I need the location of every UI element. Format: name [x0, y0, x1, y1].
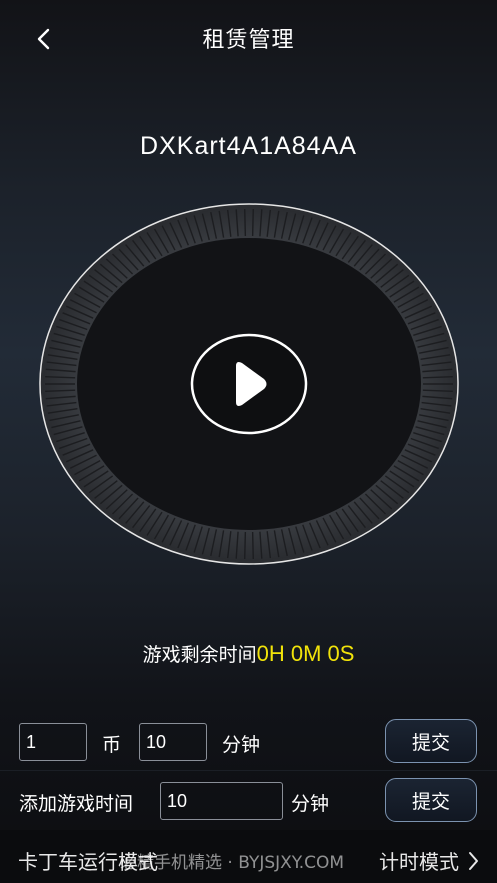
add-time-label: 添加游戏时间 — [19, 793, 134, 815]
coin-unit-label: 币 — [102, 734, 122, 756]
minutes-unit-label: 分钟 — [222, 734, 261, 756]
timing-mode-button[interactable]: 计时模式 — [379, 846, 479, 875]
dial-tick — [251, 531, 254, 559]
timing-mode-label: 计时模式 — [379, 850, 459, 874]
minutes-per-coin-input[interactable]: 10 — [139, 723, 207, 761]
add-time-submit-button[interactable]: 提交 — [385, 778, 477, 822]
add-minutes-input[interactable]: 10 — [160, 782, 283, 820]
remaining-time: 游戏剩余时间0H 0M 0S — [0, 640, 497, 667]
top-bar: 租赁管理 — [0, 0, 497, 78]
dial-tick — [244, 209, 247, 237]
bottom-mode-bar: 卡丁车运行模式 必精手机精选 · BYJSJXY.COM 计时模式 — [0, 830, 497, 883]
add-time-row: 添加游戏时间 10 分钟 提交 — [0, 770, 497, 828]
coin-submit-button[interactable]: 提交 — [385, 719, 477, 763]
page-title: 租赁管理 — [202, 28, 295, 53]
dial-tick — [244, 531, 247, 559]
coins-input[interactable]: 1 — [19, 723, 87, 761]
coin-purchase-row: 1 币 10 分钟 提交 — [0, 712, 497, 770]
device-id: DXKart4A1A84AA — [140, 132, 357, 160]
dial-tick — [251, 209, 254, 237]
chevron-right-icon — [469, 851, 478, 870]
watermark-text: 必精手机精选 · BYJSJXY.COM — [120, 853, 345, 873]
remaining-time-label: 游戏剩余时间 — [142, 644, 257, 666]
remaining-time-value: 0H 0M 0S — [256, 641, 355, 666]
timer-dial — [39, 203, 459, 565]
add-minutes-unit-label: 分钟 — [291, 793, 330, 815]
